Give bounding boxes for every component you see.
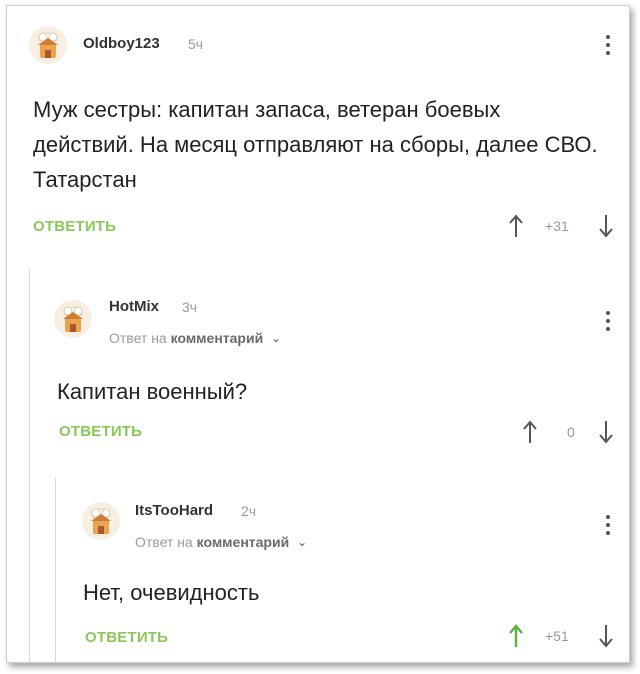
arrow-up-icon[interactable] [509, 624, 523, 648]
chef-house-avatar-icon [63, 306, 83, 332]
username[interactable]: Oldboy123 [83, 35, 160, 52]
reply-to-link[interactable]: Ответ на комментарий ⌄ [135, 534, 307, 550]
comment-itstoohard: ItsTooHard 2ч Ответ на комментарий ⌄ Нет… [7, 478, 629, 662]
arrow-down-icon[interactable] [599, 624, 613, 648]
comment-text: Нет, очевидность [83, 580, 260, 605]
timestamp: 2ч [241, 503, 257, 519]
timestamp: 3ч [182, 299, 198, 315]
vertical-dots-menu-icon[interactable] [602, 34, 614, 58]
username[interactable]: ItsTooHard [135, 502, 213, 519]
reply-button[interactable]: ОТВЕТИТЬ [59, 423, 142, 440]
vote-controls: 0 [521, 420, 621, 446]
chevron-down-icon[interactable]: ⌄ [271, 331, 281, 345]
timestamp: 5ч [188, 36, 204, 52]
reply-to-comment-link[interactable]: комментарий [171, 330, 264, 346]
chef-house-avatar-icon [91, 508, 111, 534]
vote-controls: +51 [507, 624, 621, 650]
arrow-down-icon[interactable] [599, 214, 613, 238]
vote-controls: +31 [507, 214, 621, 240]
arrow-up-icon[interactable] [509, 214, 523, 238]
vertical-dots-menu-icon[interactable] [602, 310, 614, 334]
avatar[interactable] [54, 300, 92, 338]
reply-to-prefix: Ответ на [109, 330, 167, 346]
reply-to-comment-link[interactable]: комментарий [197, 534, 290, 550]
avatar[interactable] [29, 26, 67, 64]
reply-to-link[interactable]: Ответ на комментарий ⌄ [109, 330, 281, 346]
comment-text: Капитан военный? [57, 379, 248, 404]
comment-text: Муж сестры: капитан запаса, ветеран боев… [33, 97, 598, 192]
arrow-up-icon[interactable] [523, 420, 537, 444]
comment-hotmix: HotMix 3ч Ответ на комментарий ⌄ Капитан… [7, 268, 629, 468]
rating-count: +31 [545, 218, 569, 234]
comment-oldboy123: Oldboy123 5ч Муж сестры: капитан запаса,… [7, 6, 629, 256]
chevron-down-icon[interactable]: ⌄ [297, 535, 307, 549]
arrow-down-icon[interactable] [599, 420, 613, 444]
reply-button[interactable]: ОТВЕТИТЬ [33, 218, 116, 235]
reply-to-prefix: Ответ на [135, 534, 193, 550]
chef-house-avatar-icon [38, 32, 58, 58]
vertical-dots-menu-icon[interactable] [602, 514, 614, 538]
rating-count: +51 [545, 628, 569, 644]
username[interactable]: HotMix [109, 298, 159, 315]
reply-button[interactable]: ОТВЕТИТЬ [85, 629, 168, 646]
avatar[interactable] [82, 502, 120, 540]
rating-count: 0 [567, 424, 575, 440]
comments-panel: Oldboy123 5ч Муж сестры: капитан запаса,… [6, 5, 630, 663]
